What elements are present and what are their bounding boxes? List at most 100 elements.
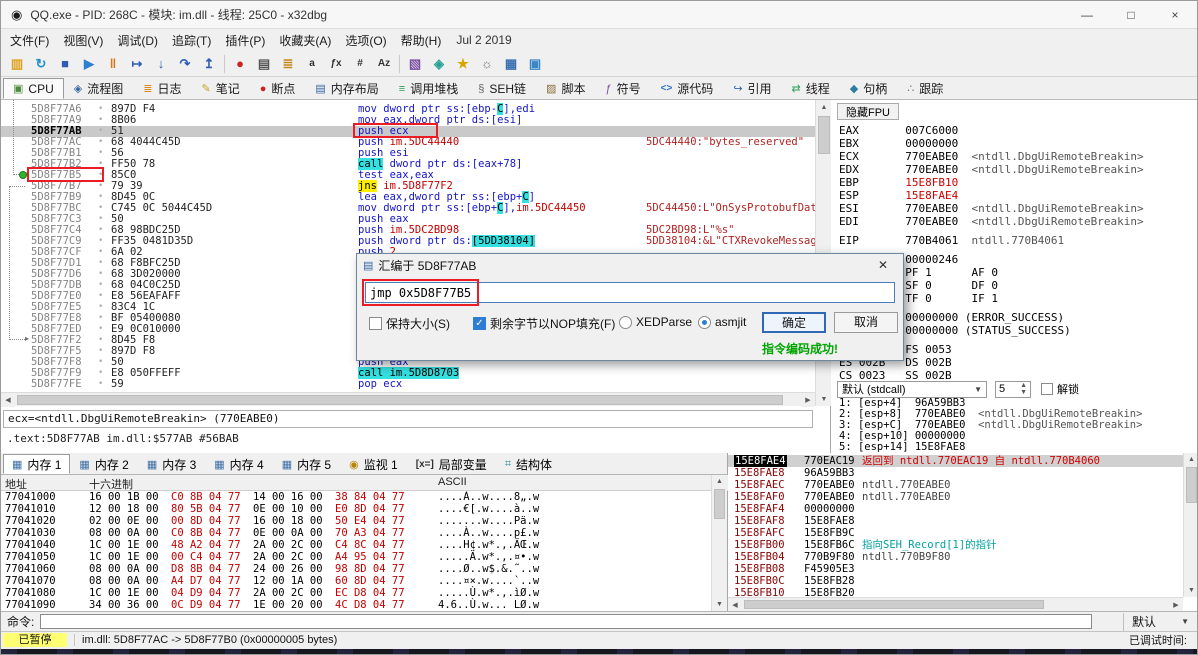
stack-row[interactable]: 15E8FB0C 15E8FB28: [728, 575, 1183, 587]
memory-vertical-scrollbar[interactable]: ▲ ▼: [711, 475, 727, 611]
scroll-thumb[interactable]: [714, 489, 725, 519]
stack-horizontal-scrollbar[interactable]: ◀ ▶: [728, 597, 1183, 611]
breakpoint-icon[interactable]: ●: [228, 53, 252, 75]
cancel-button[interactable]: 取消: [834, 312, 898, 333]
tab-threads[interactable]: ⇄ 线程: [782, 78, 840, 99]
tab-handles[interactable]: ◆ 句柄: [840, 78, 897, 99]
tab-trace[interactable]: ∴ 跟踪: [897, 78, 953, 99]
open-file-icon[interactable]: ▥: [5, 53, 29, 75]
breakpoint-dot[interactable]: [19, 171, 27, 179]
disasm-row[interactable]: 5D8F77FE • 59 pop ecx: [1, 379, 815, 390]
menu-item-1[interactable]: 视图(V): [56, 29, 110, 52]
stack-row[interactable]: 15E8FAF4 00000000: [728, 503, 1183, 515]
tab-locals[interactable]: [x=] 局部变量: [407, 454, 496, 474]
scroll-thumb[interactable]: [818, 116, 830, 154]
hash-icon[interactable]: #: [348, 53, 372, 75]
scroll-thumb[interactable]: [1186, 467, 1197, 503]
register-row[interactable]: EBP 15E8FB10: [839, 176, 1197, 189]
arg-count-stepper[interactable]: 5 ▲ ▼: [995, 380, 1031, 398]
register-row[interactable]: EDX 770EABE0 <ntdll.DbgUiRemoteBreakin>: [839, 163, 1197, 176]
tab-references[interactable]: ↪ 引用: [723, 78, 781, 99]
fx-icon[interactable]: ƒx: [324, 53, 348, 75]
patch-icon[interactable]: ▧: [403, 53, 427, 75]
stack-row[interactable]: 15E8FAF0 770EABE0 ntdll.770EABE0: [728, 491, 1183, 503]
memory-row[interactable]: 77041010 12 00 18 00 80 5B 04 77 0E 00 10 0…: [1, 503, 707, 515]
scroll-up-icon[interactable]: ▲: [712, 475, 727, 488]
step-into-icon[interactable]: ↓: [149, 53, 173, 75]
tab-struct[interactable]: ⌗ 结构体: [496, 454, 561, 474]
tab-symbols[interactable]: ƒ 符号: [595, 78, 650, 99]
graph-icon[interactable]: ◈: [427, 53, 451, 75]
az-sort-icon[interactable]: Az: [372, 53, 396, 75]
stack-row[interactable]: 15E8FAE8 96A59BB3: [728, 467, 1183, 479]
stack-row[interactable]: 15E8FAE4 770EAC19 返回到 ntdll.770EAC19 自 ntd…: [728, 455, 1183, 467]
register-row[interactable]: EIP 770B4061 ntdll.770B4061: [839, 234, 1197, 247]
scroll-right-icon[interactable]: ▶: [1169, 598, 1183, 611]
calculator-icon[interactable]: ▦: [499, 53, 523, 75]
monitor-icon[interactable]: ▣: [523, 53, 547, 75]
stack-row[interactable]: 15E8FAEC 770EABE0 ntdll.770EABE0: [728, 479, 1183, 491]
minimize-button[interactable]: —: [1065, 1, 1109, 28]
scroll-left-icon[interactable]: ◀: [1, 393, 15, 407]
scroll-up-icon[interactable]: ▲: [1184, 453, 1197, 466]
tab-script[interactable]: ▨ 脚本: [536, 78, 595, 99]
stack-row[interactable]: 15E8FB00 15E8FB6C 指向SEH_Record[1]的指针: [728, 539, 1183, 551]
memory-row[interactable]: 77041080 1C 00 1E 00 04 D9 04 77 2A 00 2C 0…: [1, 587, 707, 599]
menu-item-7[interactable]: 帮助(H): [394, 29, 449, 52]
command-input[interactable]: [40, 614, 1093, 629]
tab-dump-1[interactable]: ▦ 内存 1: [3, 454, 71, 474]
memory-row[interactable]: 77041070 08 00 0A 00 A4 D7 04 77 12 00 1A 0…: [1, 575, 707, 587]
stack-row[interactable]: 15E8FB10 15E8FB20: [728, 587, 1183, 597]
register-row[interactable]: ECX 770EABE0 <ntdll.DbgUiRemoteBreakin>: [839, 150, 1197, 163]
scroll-left-icon[interactable]: ◀: [728, 598, 742, 611]
ok-button[interactable]: 确定: [762, 312, 826, 333]
run-to-user-icon[interactable]: ↦: [125, 53, 149, 75]
menu-item-0[interactable]: 文件(F): [3, 29, 56, 52]
memory-row[interactable]: 77041030 08 00 0A 00 C0 8B 04 77 0E 00 0A 0…: [1, 527, 707, 539]
restart-icon[interactable]: ↻: [29, 53, 53, 75]
scroll-up-icon[interactable]: ▲: [816, 100, 832, 114]
memory-row[interactable]: 77041020 02 00 0E 00 00 8D 04 77 16 00 18 0…: [1, 515, 707, 527]
log-icon[interactable]: ≣: [276, 53, 300, 75]
stack-vertical-scrollbar[interactable]: ▲ ▼: [1183, 453, 1197, 597]
menu-item-5[interactable]: 收藏夹(A): [272, 29, 338, 52]
memory-row[interactable]: 77041060 08 00 0A 00 D8 8B 04 77 24 00 26 0…: [1, 563, 707, 575]
tab-seh-chain[interactable]: § SEH链: [468, 78, 536, 99]
title-bar[interactable]: ◉ QQ.exe - PID: 268C - 模块: im.dll - 线程: …: [1, 1, 1197, 29]
tab-dump-3[interactable]: ▦ 内存 3: [138, 454, 205, 474]
close-button[interactable]: ×: [1153, 1, 1197, 28]
tab-notes[interactable]: ✎ 笔记: [191, 78, 249, 99]
memory-map-icon[interactable]: ▤: [252, 53, 276, 75]
unlock-checkbox[interactable]: 解锁: [1041, 381, 1079, 397]
dialog-title-bar[interactable]: ▤ 汇编于 5D8F77AB ✕: [357, 254, 903, 276]
scroll-down-icon[interactable]: ▼: [816, 392, 832, 406]
stop-icon[interactable]: ■: [53, 53, 77, 75]
keep-size-checkbox[interactable]: 保持大小(S): [369, 315, 450, 332]
stack-row[interactable]: 15E8FAF8 15E8FAE8: [728, 515, 1183, 527]
tab-graph[interactable]: ◈ 流程图: [64, 78, 133, 99]
scroll-down-icon[interactable]: ▼: [712, 598, 727, 611]
tab-dump-5[interactable]: ▦ 内存 5: [273, 454, 340, 474]
menu-item-4[interactable]: 插件(P): [218, 29, 272, 52]
register-row[interactable]: ESP 15E8FAE4: [839, 189, 1197, 202]
memory-row[interactable]: 77041000 16 00 1B 00 C0 8B 04 77 14 00 16 0…: [1, 491, 707, 503]
tab-log[interactable]: ≣ 日志: [133, 78, 191, 99]
scroll-down-icon[interactable]: ▼: [1184, 584, 1197, 597]
execute-till-return-icon[interactable]: ↥: [197, 53, 221, 75]
maximize-button[interactable]: □: [1109, 1, 1153, 28]
step-over-icon[interactable]: ↷: [173, 53, 197, 75]
tab-dump-4[interactable]: ▦ 内存 4: [205, 454, 272, 474]
menu-item-6[interactable]: 选项(O): [338, 29, 393, 52]
register-row[interactable]: ESI 770EABE0 <ntdll.DbgUiRemoteBreakin>: [839, 202, 1197, 215]
scroll-thumb[interactable]: [17, 395, 783, 405]
favourites-icon[interactable]: ★: [451, 53, 475, 75]
scroll-thumb[interactable]: [744, 600, 1044, 609]
register-row[interactable]: EAX 007C6000: [839, 124, 1197, 137]
pause-icon[interactable]: ‖: [101, 53, 125, 75]
stack-row[interactable]: 15E8FB08 F45905E3: [728, 563, 1183, 575]
tab-memory-map[interactable]: ▤ 内存布局: [305, 78, 388, 99]
lowercase-az-icon[interactable]: a: [300, 53, 324, 75]
disasm-horizontal-scrollbar[interactable]: ◀ ▶: [1, 392, 815, 407]
run-icon[interactable]: ▶: [77, 53, 101, 75]
memory-row[interactable]: 77041040 1C 00 1E 00 48 A2 04 77 2A 00 2C 0…: [1, 539, 707, 551]
